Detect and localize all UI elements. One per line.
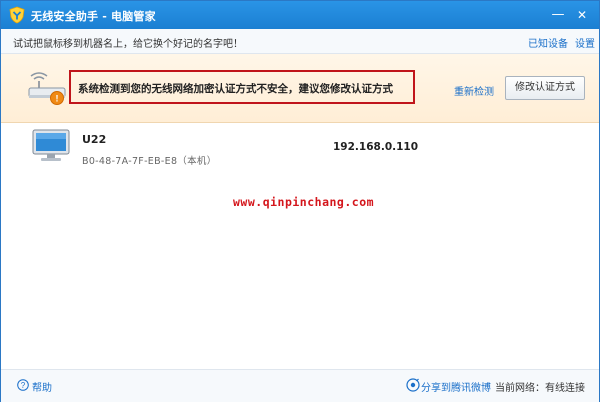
window-title: 无线安全助手 - 电脑管家 (31, 10, 156, 23)
close-button[interactable]: ✕ (573, 6, 591, 24)
monitor-icon (32, 129, 70, 161)
device-row[interactable]: U22 B0-48-7A-7F-EB-E8（本机） 192.168.0.110 (1, 124, 599, 172)
weibo-share-icon[interactable] (406, 378, 420, 392)
rename-hint: 试试把鼠标移到机器名上，给它换个好记的名字吧！ (13, 39, 243, 50)
known-devices-link[interactable]: 已知设备 (528, 35, 568, 50)
help-link[interactable]: 帮助 (32, 379, 52, 394)
security-warning-box: 系统检测到您的无线网络加密认证方式不安全，建议您修改认证方式 (69, 70, 415, 104)
svg-text:?: ? (21, 381, 26, 390)
watermark-text: www.qinpinchang.com (233, 195, 375, 209)
device-name[interactable]: U22 (82, 133, 106, 146)
security-warning-text: 系统检测到您的无线网络加密认证方式不安全，建议您修改认证方式 (78, 83, 393, 95)
router-warning-icon: ! (28, 72, 66, 105)
footer-bar: ? 帮助 分享到腾讯微博 当前网络：有线连接 (1, 369, 599, 402)
modify-auth-button[interactable]: 修改认证方式 (505, 76, 585, 100)
minimize-button[interactable]: — (549, 6, 567, 24)
title-bar: 无线安全助手 - 电脑管家 — ✕ (1, 1, 599, 29)
network-status: 当前网络：有线连接 (495, 383, 585, 394)
device-mac: B0-48-7A-7F-EB-E8（本机） (82, 156, 217, 167)
hint-bar: 试试把鼠标移到机器名上，给它换个好记的名字吧！ 已知设备 设置 (1, 29, 599, 54)
svg-text:!: ! (56, 94, 59, 104)
device-ip: 192.168.0.110 (333, 141, 419, 153)
app-window: 无线安全助手 - 电脑管家 — ✕ 试试把鼠标移到机器名上，给它换个好记的名字吧… (0, 0, 600, 402)
help-icon[interactable]: ? (17, 379, 29, 391)
recheck-link[interactable]: 重新检测 (454, 83, 494, 98)
shield-logo-icon (9, 6, 25, 24)
share-weibo-link[interactable]: 分享到腾讯微博 (421, 379, 491, 394)
settings-link[interactable]: 设置 (575, 35, 595, 50)
